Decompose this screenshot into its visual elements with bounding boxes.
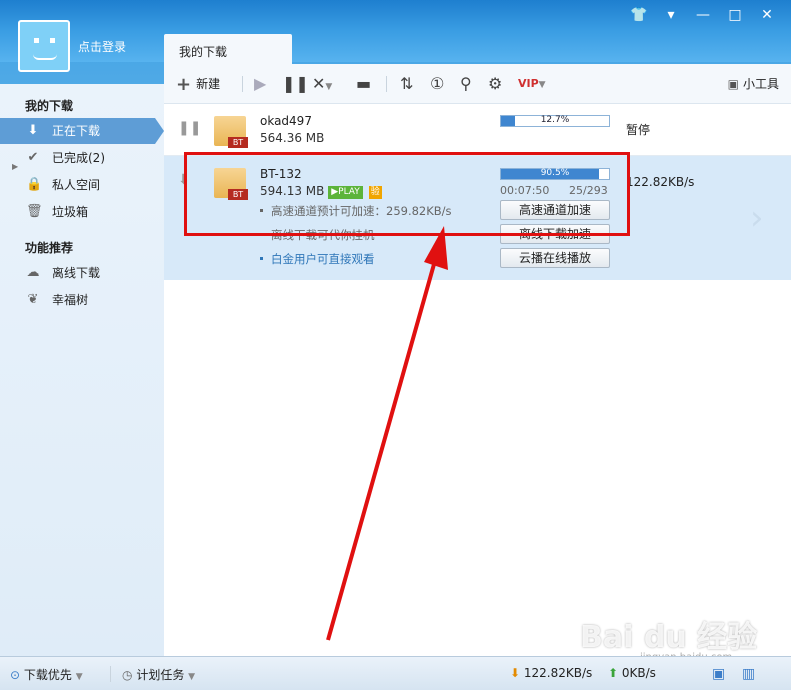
down-arrow-icon: ⬇: [510, 666, 521, 680]
hint-text: 白金用户可直接观看: [271, 252, 375, 266]
progress-bar: 12.7%: [500, 115, 610, 127]
task-name: okad497: [260, 114, 312, 128]
avatar-eye: [50, 38, 55, 43]
sidebar-item-downloading[interactable]: ⬇ 正在下载: [0, 118, 164, 144]
lock-icon: 🔒: [26, 177, 43, 192]
watermark-text: Bai du 经验: [580, 620, 758, 655]
leaf-icon: ❦: [27, 292, 39, 307]
minimize-icon[interactable]: —: [693, 6, 713, 24]
sort-icon[interactable]: ⇅: [400, 74, 413, 94]
gear-icon[interactable]: ⚙: [488, 74, 502, 94]
task-row[interactable]: ❚❚ BT okad497 564.36 MB 12.7% 暂停: [164, 104, 791, 156]
up-arrow-icon: ⬆: [608, 666, 619, 680]
sidebar-section-downloads: 我的下载: [25, 99, 74, 113]
trash-icon: 🗑: [26, 204, 43, 219]
sidebar-item-label: 私人空间: [52, 178, 101, 192]
sidebar-item-happytree[interactable]: ❦ 幸福树: [0, 287, 164, 313]
task-size: 564.36 MB: [260, 131, 325, 145]
status-bar: ⊙ 下载优先 ▼ ◷ 计划任务 ▼ ⬇ 122.82KB/s ⬆ 0KB/s ▣…: [0, 656, 791, 690]
delete-icon[interactable]: ✕▼: [312, 74, 332, 94]
new-label: 新建: [196, 77, 221, 91]
login-link[interactable]: 点击登录: [78, 38, 126, 55]
window-controls: 👕 ▾ — □ ✕: [629, 6, 777, 24]
vip-icon[interactable]: VIP▼: [518, 74, 546, 94]
avatar-eye: [34, 38, 39, 43]
tab-my-downloads[interactable]: 我的下载: [164, 34, 292, 64]
priority-label: 下载优先: [23, 668, 72, 682]
new-button[interactable]: + 新建: [176, 74, 221, 95]
avatar-mouth: [33, 54, 57, 60]
divider: [110, 666, 111, 682]
download-speed: 122.82KB/s: [626, 175, 695, 189]
sidebar-item-label: 垃圾箱: [52, 205, 89, 219]
schedule-dropdown[interactable]: ◷ 计划任务 ▼: [122, 666, 195, 683]
down-speed: ⬇ 122.82KB/s: [510, 666, 592, 680]
platinum-link[interactable]: 白金用户可直接观看: [260, 251, 375, 267]
tools-button[interactable]: ▣ 小工具: [728, 74, 779, 94]
sidebar-item-completed[interactable]: ▶ ✔ 已完成(2): [0, 145, 164, 172]
pause-icon[interactable]: ❚❚: [282, 74, 309, 94]
priority-icon: ⊙: [10, 668, 21, 682]
sidebar-item-private[interactable]: 🔒 私人空间: [0, 172, 164, 198]
schedule-label: 计划任务: [136, 668, 185, 682]
progress-text: 12.7%: [540, 115, 570, 125]
layout-icon[interactable]: ▥: [742, 666, 755, 682]
download-icon: ⬇: [27, 123, 39, 138]
toolbox-icon: ▣: [727, 77, 739, 91]
tools-label: 小工具: [742, 77, 779, 91]
sidebar-item-label: 正在下载: [52, 124, 101, 138]
sidebar-section-features: 功能推荐: [25, 241, 74, 255]
up-speed-value: 0KB/s: [621, 666, 656, 680]
highlight-box: [184, 152, 630, 236]
priority-icon[interactable]: ①: [430, 74, 444, 94]
sidebar-item-offline[interactable]: ☁ 离线下载: [0, 260, 164, 286]
floating-window-icon[interactable]: ▣: [712, 666, 725, 682]
menu-icon[interactable]: ▾: [661, 6, 681, 24]
search-icon[interactable]: ⚲: [460, 74, 472, 94]
divider: [242, 76, 243, 92]
play-icon[interactable]: ▶: [254, 74, 266, 94]
up-speed: ⬆ 0KB/s: [608, 666, 656, 680]
maximize-icon[interactable]: □: [725, 6, 745, 24]
clock-icon: ◷: [122, 668, 133, 682]
plus-icon: +: [176, 74, 192, 95]
active-indicator: [155, 118, 164, 144]
sidebar-item-label: 离线下载: [52, 266, 101, 280]
sidebar-item-label: 已完成(2): [52, 151, 105, 165]
folder-icon[interactable]: ▬: [356, 74, 371, 94]
folder-icon: BT: [214, 116, 248, 148]
sidebar-item-trash[interactable]: 🗑 垃圾箱: [0, 199, 164, 225]
check-icon: ✔: [27, 150, 39, 165]
divider: [386, 76, 387, 92]
sidebar-item-label: 幸福树: [52, 293, 89, 307]
task-status: 暂停: [626, 123, 651, 137]
skin-icon[interactable]: 👕: [629, 6, 649, 24]
down-speed-value: 122.82KB/s: [523, 666, 593, 680]
chevron-right-icon[interactable]: ›: [750, 198, 764, 238]
cloud-icon: ☁: [26, 265, 40, 280]
close-icon[interactable]: ✕: [757, 6, 777, 24]
avatar[interactable]: [18, 20, 70, 72]
bullet: [260, 257, 263, 260]
priority-dropdown[interactable]: ⊙ 下载优先 ▼: [10, 666, 83, 683]
toolbar: + 新建 ▶ ❚❚ ✕▼ ▬ ⇅ ① ⚲ ⚙ VIP▼ ▣ 小工具: [164, 64, 791, 104]
sidebar: 我的下载 ⬇ 正在下载 ▶ ✔ 已完成(2) 🔒 私人空间 🗑 垃圾箱 功能推荐…: [0, 84, 164, 656]
cloud-play-button[interactable]: 云播在线播放: [500, 248, 610, 268]
pause-icon[interactable]: ❚❚: [178, 120, 201, 136]
